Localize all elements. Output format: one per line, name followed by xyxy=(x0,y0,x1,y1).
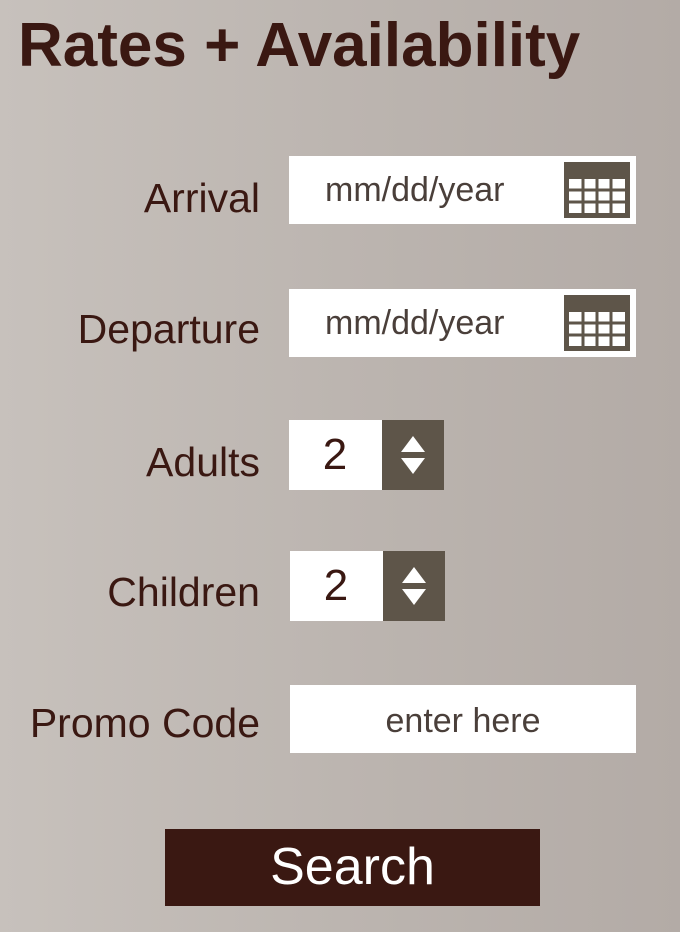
adults-value: 2 xyxy=(322,430,348,479)
adults-label: Adults xyxy=(146,439,260,485)
arrival-placeholder: mm/dd/year xyxy=(325,171,505,209)
promo-code-label: Promo Code xyxy=(29,700,260,746)
page-title: Rates + Availability xyxy=(18,11,581,80)
up-down-arrows-icon xyxy=(402,567,426,605)
adults-stepper-button[interactable] xyxy=(382,420,444,490)
children-stepper-button[interactable] xyxy=(383,551,445,621)
adults-stepper[interactable]: 2 xyxy=(289,420,444,490)
up-down-arrows-icon xyxy=(401,436,425,474)
arrival-date-field[interactable]: mm/dd/year xyxy=(289,156,636,224)
children-label: Children xyxy=(107,569,260,615)
departure-placeholder: mm/dd/year xyxy=(325,304,505,342)
arrival-label: Arrival xyxy=(143,175,260,221)
departure-label: Departure xyxy=(77,306,260,352)
calendar-icon[interactable] xyxy=(564,162,630,218)
calendar-icon[interactable] xyxy=(564,295,630,351)
promo-code-input[interactable]: enter here xyxy=(290,685,636,753)
children-stepper[interactable]: 2 xyxy=(290,551,445,621)
departure-date-field[interactable]: mm/dd/year xyxy=(289,289,636,357)
search-button[interactable]: Search xyxy=(165,829,540,906)
promo-code-placeholder: enter here xyxy=(385,702,541,740)
children-value: 2 xyxy=(323,561,349,610)
